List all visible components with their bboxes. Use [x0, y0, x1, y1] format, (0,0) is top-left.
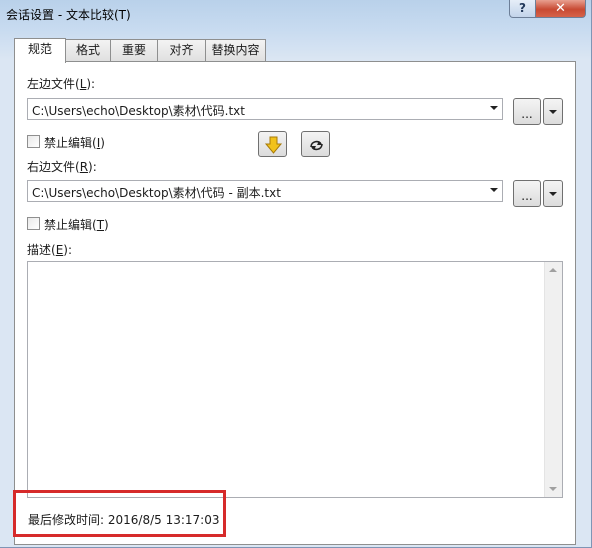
tab-alignment[interactable]: 对齐 [157, 39, 206, 61]
tab-replacements[interactable]: 替换内容 [205, 39, 266, 61]
window-title: 会话设置 - 文本比较(T) [6, 8, 131, 22]
session-settings-dialog: 会话设置 - 文本比较(T) ? ✕ 规范 格式 重要 对齐 替换内容 左边文件… [0, 0, 592, 548]
swap-icon [310, 140, 323, 151]
left-file-browse-button[interactable]: ... [513, 98, 541, 125]
tab-label: 格式 [75, 43, 100, 57]
tab-format[interactable]: 格式 [65, 39, 111, 61]
tab-rules[interactable]: 规范 [14, 38, 66, 63]
chevron-down-icon [490, 106, 498, 110]
ellipsis-icon: ... [521, 107, 533, 121]
right-readonly-checkbox[interactable] [27, 217, 40, 230]
description-textarea[interactable] [27, 261, 563, 498]
left-file-menu-button[interactable] [543, 98, 563, 125]
chevron-down-icon [490, 188, 498, 192]
tab-panel-rules: 左边文件(L): C:\Users\echo\Desktop\素材\代码.txt… [14, 61, 576, 545]
tab-label: 替换内容 [211, 43, 260, 57]
scroll-down-icon[interactable] [549, 487, 557, 491]
chevron-down-icon [549, 192, 557, 196]
help-button[interactable]: ? [509, 0, 536, 18]
left-readonly-checkbox[interactable] [27, 135, 40, 148]
right-file-browse-button[interactable]: ... [513, 180, 541, 207]
right-file-menu-button[interactable] [543, 180, 563, 207]
left-file-path: C:\Users\echo\Desktop\素材\代码.txt [32, 104, 245, 118]
close-button[interactable]: ✕ [535, 0, 586, 18]
swap-files-button[interactable] [301, 131, 330, 157]
tab-label: 规范 [27, 42, 52, 56]
title-bar[interactable]: 会话设置 - 文本比较(T) ? ✕ [0, 0, 592, 30]
right-readonly-label: 禁止编辑(T) [44, 218, 109, 232]
chevron-down-icon [549, 110, 557, 114]
arrow-down-icon [264, 136, 283, 154]
scroll-up-icon[interactable] [549, 268, 557, 272]
right-file-combobox[interactable]: C:\Users\echo\Desktop\素材\代码 - 副本.txt [27, 180, 503, 202]
right-file-label: 右边文件(R): [27, 160, 97, 174]
tab-importance[interactable]: 重要 [110, 39, 158, 61]
left-readonly-label: 禁止编辑(I) [44, 136, 105, 150]
tab-label: 重要 [121, 43, 146, 57]
tab-strip: 规范 格式 重要 对齐 替换内容 [14, 38, 574, 63]
left-file-combobox[interactable]: C:\Users\echo\Desktop\素材\代码.txt [27, 98, 503, 120]
description-label: 描述(E): [27, 243, 73, 257]
tab-label: 对齐 [169, 43, 194, 57]
copy-left-to-right-button[interactable] [258, 131, 287, 157]
left-file-label: 左边文件(L): [27, 77, 96, 91]
ellipsis-icon: ... [521, 189, 533, 203]
close-icon: ✕ [555, 1, 566, 16]
description-scrollbar[interactable] [544, 262, 562, 497]
right-file-path: C:\Users\echo\Desktop\素材\代码 - 副本.txt [32, 186, 281, 200]
highlight-box [13, 490, 226, 537]
help-icon: ? [519, 1, 526, 15]
